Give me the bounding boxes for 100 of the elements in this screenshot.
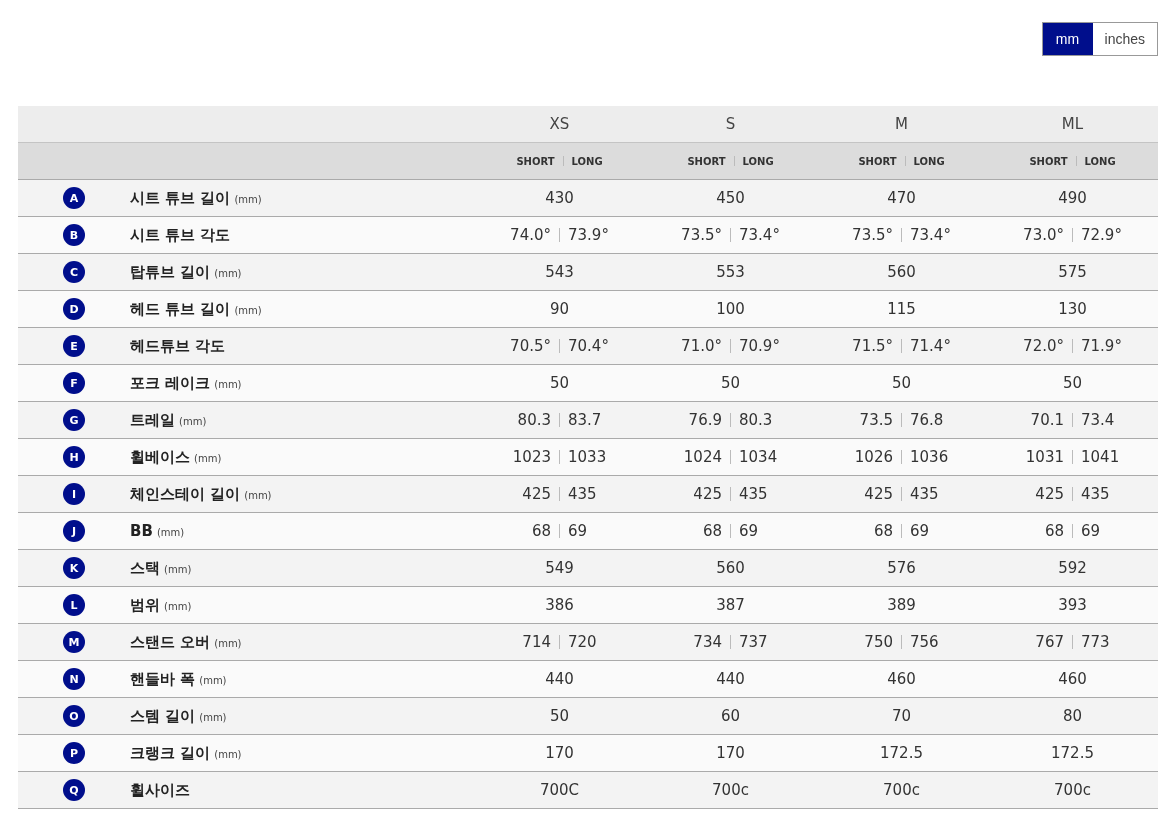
table-cell: 72.0°	[1023, 337, 1064, 355]
table-cell: 425	[864, 485, 893, 503]
table-cell: 69	[739, 522, 759, 540]
table-cell: 767	[1035, 633, 1064, 651]
table-cell: 425	[522, 485, 551, 503]
table-cell: 543	[545, 263, 574, 281]
measurement-label: 휠베이스	[130, 447, 190, 467]
letter-badge: D	[63, 298, 85, 320]
unit-label: (mm)	[244, 489, 272, 501]
table-cell: 73.4	[1081, 411, 1115, 429]
table-cell: 73.5°	[852, 226, 893, 244]
letter-badge: J	[63, 520, 85, 542]
measurement-label: 시트 튜브 길이	[130, 188, 231, 208]
measurement-label: 크랭크 길이	[130, 743, 211, 763]
letter-badge: I	[63, 483, 85, 505]
table-cell: 553	[716, 263, 745, 281]
table-cell: 68	[702, 522, 722, 540]
table-cell: 387	[716, 596, 745, 614]
table-cell: 750	[864, 633, 893, 651]
measurement-label: 포크 레이크	[130, 373, 211, 393]
table-cell: 72.9°	[1081, 226, 1122, 244]
measurement-label: 헤드튜브 각도	[130, 336, 226, 356]
table-cell: 435	[1081, 485, 1110, 503]
unit-label: (mm)	[214, 637, 242, 649]
measurement-label: 체인스테이 길이	[130, 484, 241, 504]
column-subheading: SHORT	[858, 155, 897, 167]
table-cell: 100	[716, 300, 745, 318]
table-cell: 560	[716, 559, 745, 577]
letter-badge: Q	[63, 779, 85, 801]
size-heading: ML	[1061, 115, 1084, 133]
table-cell: 714	[522, 633, 551, 651]
letter-badge: N	[63, 668, 85, 690]
letter-badge: M	[63, 631, 85, 653]
table-cell: 1036	[910, 448, 949, 466]
table-cell: 773	[1081, 633, 1110, 651]
table-cell: 389	[887, 596, 916, 614]
table-cell: 70.9°	[739, 337, 780, 355]
letter-badge: A	[63, 187, 85, 209]
table-cell: 170	[545, 744, 574, 762]
table-cell: 1034	[739, 448, 778, 466]
measurement-label: 스택	[130, 558, 160, 578]
table-cell: 756	[910, 633, 939, 651]
size-heading: XS	[549, 115, 570, 133]
unit-label: (mm)	[214, 378, 242, 390]
table-cell: 90	[549, 300, 570, 318]
size-heading: M	[895, 115, 908, 133]
table-cell: 50	[1062, 374, 1083, 392]
unit-label: (mm)	[156, 527, 185, 538]
letter-badge: F	[63, 372, 85, 394]
column-subheading: LONG	[913, 155, 945, 167]
measurement-label: BB	[130, 522, 153, 540]
table-cell: 1026	[854, 448, 893, 466]
letter-badge: K	[63, 557, 85, 579]
table-cell: 470	[887, 189, 916, 207]
table-cell: 576	[887, 559, 916, 577]
table-cell: 549	[545, 559, 574, 577]
table-cell: 71.9°	[1081, 337, 1122, 355]
table-cell: 440	[716, 670, 745, 688]
table-cell: 425	[1035, 485, 1064, 503]
table-cell: 575	[1058, 263, 1087, 281]
unit-toggle-option[interactable]: mm	[1042, 23, 1093, 55]
table-cell: 1033	[568, 448, 607, 466]
table-cell: 60	[720, 707, 741, 725]
table-cell: 69	[568, 522, 588, 540]
size-heading: S	[725, 115, 736, 133]
unit-label: (mm)	[214, 267, 242, 279]
measurement-label: 트레일	[130, 410, 175, 430]
table-cell: 71.5°	[852, 337, 893, 355]
table-cell: 68	[873, 522, 893, 540]
column-subheading: SHORT	[687, 155, 726, 167]
measurement-label: 핸들바 폭	[130, 669, 196, 689]
table-cell: 83.7	[568, 411, 602, 429]
table-cell: 73.4°	[910, 226, 951, 244]
table-cell: 460	[1058, 670, 1087, 688]
table-cell: 73.5°	[681, 226, 722, 244]
measurement-label: 휠사이즈	[130, 780, 190, 800]
unit-label: (mm)	[234, 304, 262, 316]
table-cell: 50	[549, 374, 570, 392]
measurement-label: 범위	[130, 595, 160, 615]
table-cell: 460	[887, 670, 916, 688]
table-cell: 69	[910, 522, 930, 540]
table-cell: 68	[531, 522, 551, 540]
measurement-label: 시트 튜브 각도	[130, 225, 231, 245]
unit-label: (mm)	[194, 452, 222, 464]
measurement-label: 스템 길이	[130, 706, 196, 726]
table-cell: 172.5	[1051, 744, 1094, 762]
unit-label: (mm)	[179, 415, 207, 427]
table-cell: 73.4°	[739, 226, 780, 244]
table-cell: 435	[910, 485, 939, 503]
table-cell: 76.9	[688, 411, 722, 429]
letter-badge: H	[63, 446, 85, 468]
table-cell: 50	[891, 374, 912, 392]
table-cell: 74.0°	[510, 226, 551, 244]
table-cell: 734	[693, 633, 722, 651]
table-cell: 700c	[1054, 781, 1091, 799]
column-subheading: LONG	[571, 155, 603, 167]
letter-badge: O	[63, 705, 85, 727]
table-cell: 490	[1058, 189, 1087, 207]
table-cell: 720	[568, 633, 597, 651]
table-cell: 592	[1058, 559, 1087, 577]
